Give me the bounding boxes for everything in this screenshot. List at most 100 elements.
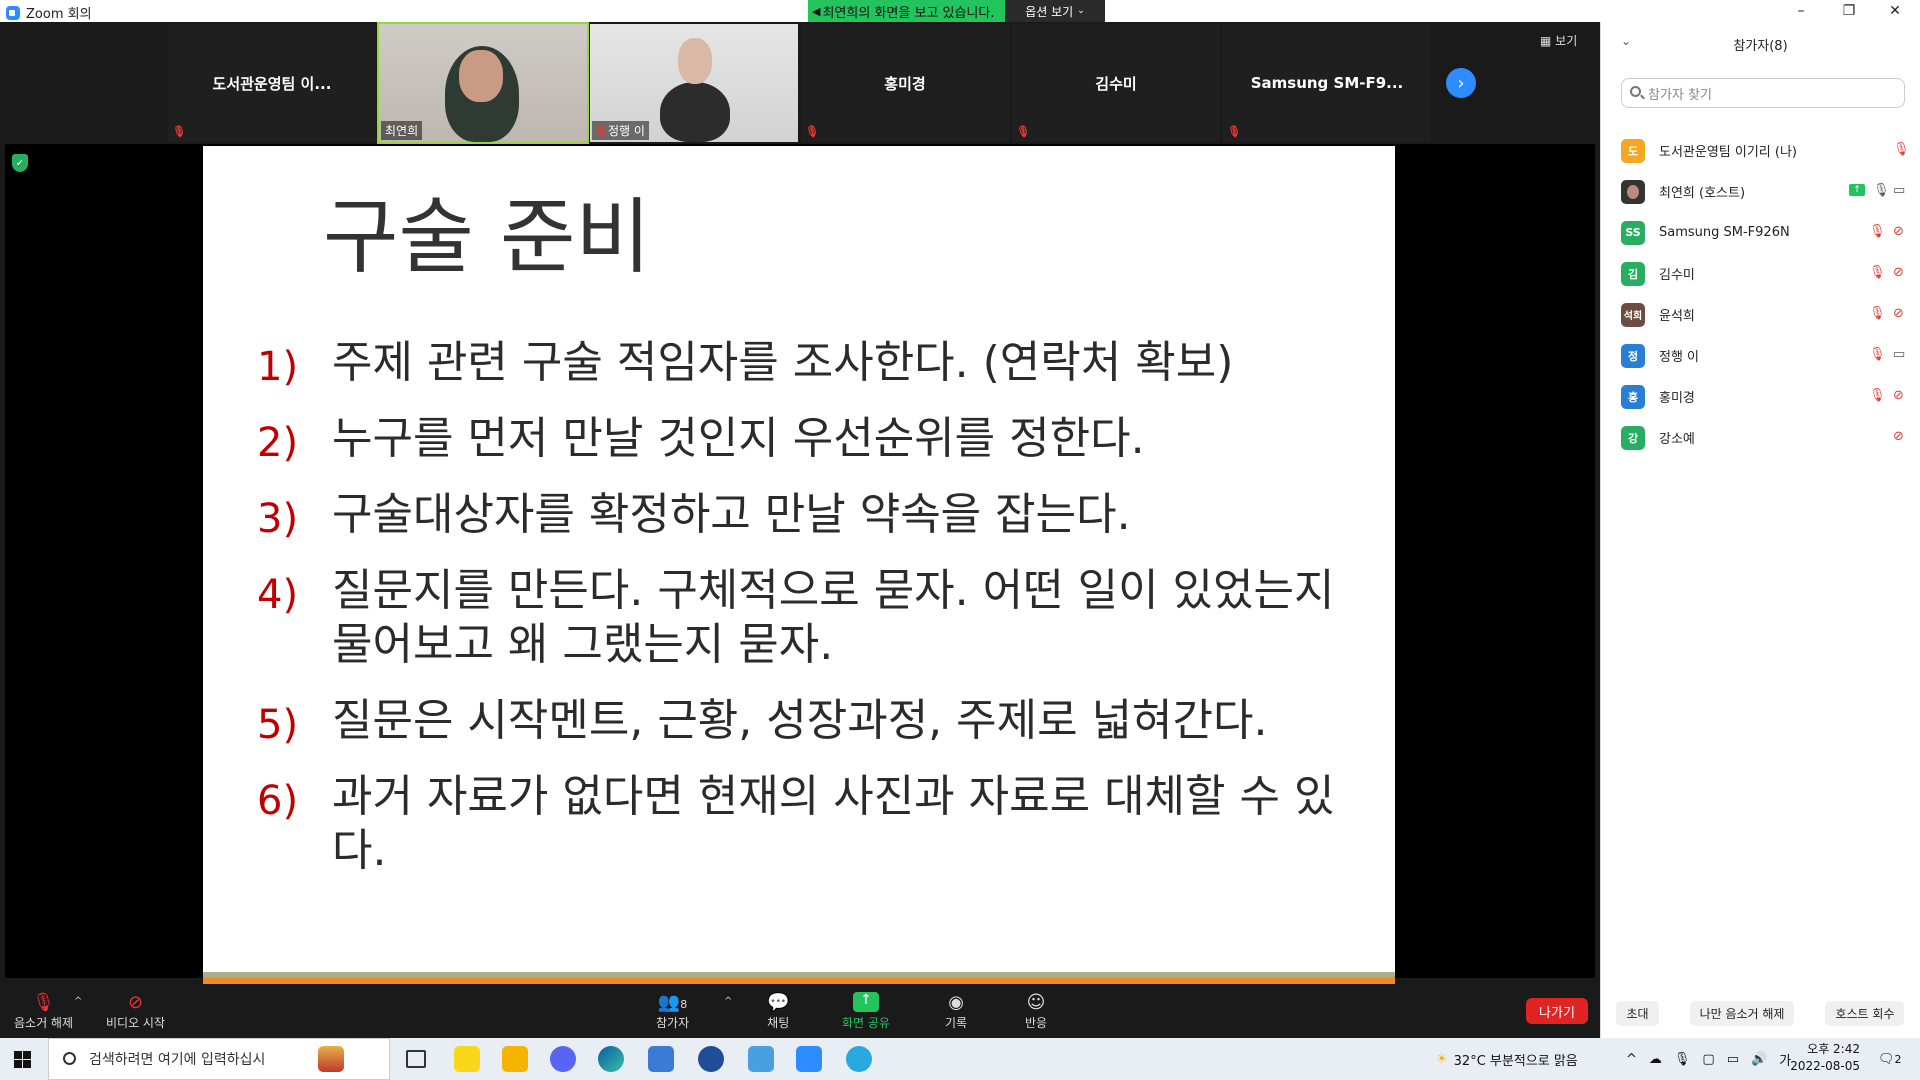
search-icon [1630, 86, 1641, 97]
messenger-icon[interactable] [846, 1046, 872, 1072]
avatar [1621, 179, 1645, 204]
video-tile[interactable]: 김수미 🎙 [1012, 24, 1220, 142]
participant-list: 도 도서관운영팀 이기리 (나) 🎙 최연희 (호스트) ↑ 🎙 ▭ SS Sa… [1601, 130, 1920, 458]
unmute-me-button[interactable]: 나만 음소거 해제 [1689, 1000, 1795, 1026]
unmute-button[interactable]: 🎙 음소거 해제 [14, 992, 73, 1031]
minimize-button[interactable]: – [1778, 0, 1824, 22]
participant-name: 정행 이 [1659, 350, 1700, 365]
speaker-icon: ◀ [812, 4, 821, 18]
participants-button[interactable]: 👥8 참가자 [656, 992, 689, 1031]
app-icon[interactable] [748, 1046, 774, 1072]
chat-button[interactable]: 💬 채팅 [767, 992, 789, 1031]
restore-button[interactable]: ❐ [1826, 0, 1872, 22]
avatar: SS [1621, 220, 1645, 245]
mic-icon[interactable]: 🎙 [1674, 1052, 1691, 1067]
participant-row[interactable]: 김 김수미 🎙 ⊘ [1601, 253, 1920, 294]
participant-row[interactable]: 정 정행 이 🎙 ▭ [1601, 335, 1920, 376]
security-shield-icon[interactable]: ✓ [12, 154, 28, 172]
record-button[interactable]: ◉ 기록 [945, 992, 967, 1031]
list-text: 누구를 먼저 만날 것인지 우선순위를 정한다. [332, 413, 1145, 464]
app-icon[interactable] [648, 1046, 674, 1072]
list-number: 4) [257, 572, 299, 618]
cloud-icon[interactable]: ☁ [1649, 1052, 1662, 1067]
camera-off-icon: ⊘ [1893, 388, 1904, 403]
participants-options-caret[interactable]: ^ [724, 996, 732, 1007]
participant-name: 홍미경 [1659, 391, 1695, 406]
next-page-button[interactable]: › [1446, 68, 1476, 98]
mic-muted-icon: 🎙 [172, 125, 186, 138]
taskbar-clock[interactable]: 오후 2:42 2022-08-05 [1790, 1041, 1860, 1075]
view-label: 보기 [1555, 34, 1578, 48]
participant-name: 강소예 [1659, 432, 1695, 447]
clock-time: 오후 2:42 [1807, 1042, 1860, 1056]
list-number: 6) [257, 778, 299, 824]
zoom-taskbar-icon[interactable] [796, 1046, 822, 1072]
participant-name: 최연희 (호스트) [1659, 186, 1746, 201]
invite-button[interactable]: 초대 [1616, 1000, 1659, 1026]
weather-sun-icon: ☀ [1436, 1051, 1448, 1067]
participant-row[interactable]: 최연희 (호스트) ↑ 🎙 ▭ [1601, 171, 1920, 212]
reactions-button[interactable]: ☺ 반응 [1025, 992, 1047, 1031]
network-icon[interactable]: ▭ [1727, 1052, 1739, 1067]
participant-row[interactable]: SS Samsung SM-F926N 🎙 ⊘ [1601, 212, 1920, 253]
list-text: 질문은 시작멘트, 근황, 성장과정, 주제로 넓혀간다. [332, 695, 1268, 746]
avatar: 홍 [1621, 384, 1645, 409]
camera-icon: ▭ [1893, 183, 1906, 198]
start-video-button[interactable]: ⊘ 비디오 시작 [106, 992, 165, 1031]
view-button[interactable]: ▦ 보기 [1540, 32, 1577, 49]
video-tile[interactable]: 도서관운영팀 이... 🎙 [168, 24, 376, 142]
camera-off-icon: ⊘ [127, 992, 144, 1013]
window-title: Zoom 회의 [26, 7, 92, 22]
participants-count: 8 [680, 998, 688, 1011]
close-button[interactable]: ✕ [1872, 0, 1918, 22]
chevron-up-icon[interactable]: ^ [1626, 1052, 1637, 1067]
mic-muted-icon: 🎙 [805, 125, 819, 138]
kakaotalk-icon[interactable] [454, 1046, 480, 1072]
avatar: 정 [1621, 343, 1645, 368]
participant-row[interactable]: 강 강소예 ⊘ [1601, 417, 1920, 458]
task-view-icon[interactable] [406, 1050, 426, 1068]
list-number: 3) [257, 496, 299, 542]
unmute-label: 음소거 해제 [14, 1016, 74, 1030]
camera-icon[interactable]: ▢ [1702, 1052, 1714, 1067]
leave-button[interactable]: 나가기 [1526, 998, 1588, 1024]
video-tile[interactable]: Samsung SM-F9... 🎙 [1223, 24, 1431, 142]
participant-row[interactable]: 석희 윤석희 🎙 ⊘ [1601, 294, 1920, 335]
video-tile-active-speaker[interactable]: 최연희 [377, 22, 589, 144]
volume-icon[interactable]: 🔊 [1751, 1052, 1767, 1067]
view-options-button[interactable]: 옵션 보기 ⌄ [1005, 0, 1105, 22]
audio-options-caret[interactable]: ^ [74, 996, 82, 1007]
file-explorer-icon[interactable] [502, 1046, 528, 1072]
participant-name: 윤석희 [1659, 309, 1695, 324]
screen-share-icon: ↑ [1849, 184, 1865, 196]
gallery-strip: 도서관운영팀 이... 🎙 최연희 정행 이 🎙 홍미경 🎙 김수미 🎙 Sam… [0, 22, 1600, 144]
panel-title: 참가자(8) [1733, 38, 1788, 54]
reclaim-host-button[interactable]: 호스트 회수 [1825, 1000, 1905, 1026]
collapse-chevron-icon[interactable]: ⌄ [1621, 34, 1631, 48]
app-icon[interactable] [698, 1046, 724, 1072]
list-number: 5) [257, 702, 299, 748]
share-screen-label: 화면 공유 [842, 1016, 890, 1030]
participant-row[interactable]: 홍 홍미경 🎙 ⊘ [1601, 376, 1920, 417]
app-title: Zoom 회의 [6, 3, 92, 22]
panel-footer: 초대 나만 음소거 해제 호스트 회수 [1601, 998, 1920, 1028]
mic-muted-icon: 🎙 [1869, 265, 1886, 280]
weather-text: 32°C 부분적으로 맑음 [1453, 1053, 1578, 1069]
tile-name: 도서관운영팀 이... [212, 74, 332, 93]
list-item: 3) 구술대상자를 확정하고 만날 약속을 잡는다. [257, 488, 1367, 542]
edge-browser-icon[interactable] [598, 1046, 624, 1072]
video-tile[interactable]: 정행 이 🎙 [590, 24, 798, 142]
windows-start-icon[interactable] [14, 1051, 31, 1068]
clock-date: 2022-08-05 [1790, 1059, 1860, 1073]
notification-center-button[interactable]: 🗨 2 [1878, 1038, 1902, 1080]
search-highlight-icon[interactable] [318, 1046, 344, 1072]
list-text: 구술대상자를 확정하고 만날 약속을 잡는다. [332, 489, 1131, 540]
participant-row[interactable]: 도 도서관운영팀 이기리 (나) 🎙 [1601, 130, 1920, 171]
weather-widget[interactable]: ☀ 32°C 부분적으로 맑음 [1436, 1038, 1578, 1080]
video-tile[interactable]: 홍미경 🎙 [801, 24, 1009, 142]
mic-muted-icon: 🎙 [1869, 306, 1886, 321]
share-screen-button[interactable]: ↑ 화면 공유 [842, 992, 890, 1031]
discord-icon[interactable] [550, 1046, 576, 1072]
participant-search-input[interactable]: 참가자 찾기 [1621, 78, 1905, 108]
camera-icon: ▭ [1893, 347, 1906, 362]
